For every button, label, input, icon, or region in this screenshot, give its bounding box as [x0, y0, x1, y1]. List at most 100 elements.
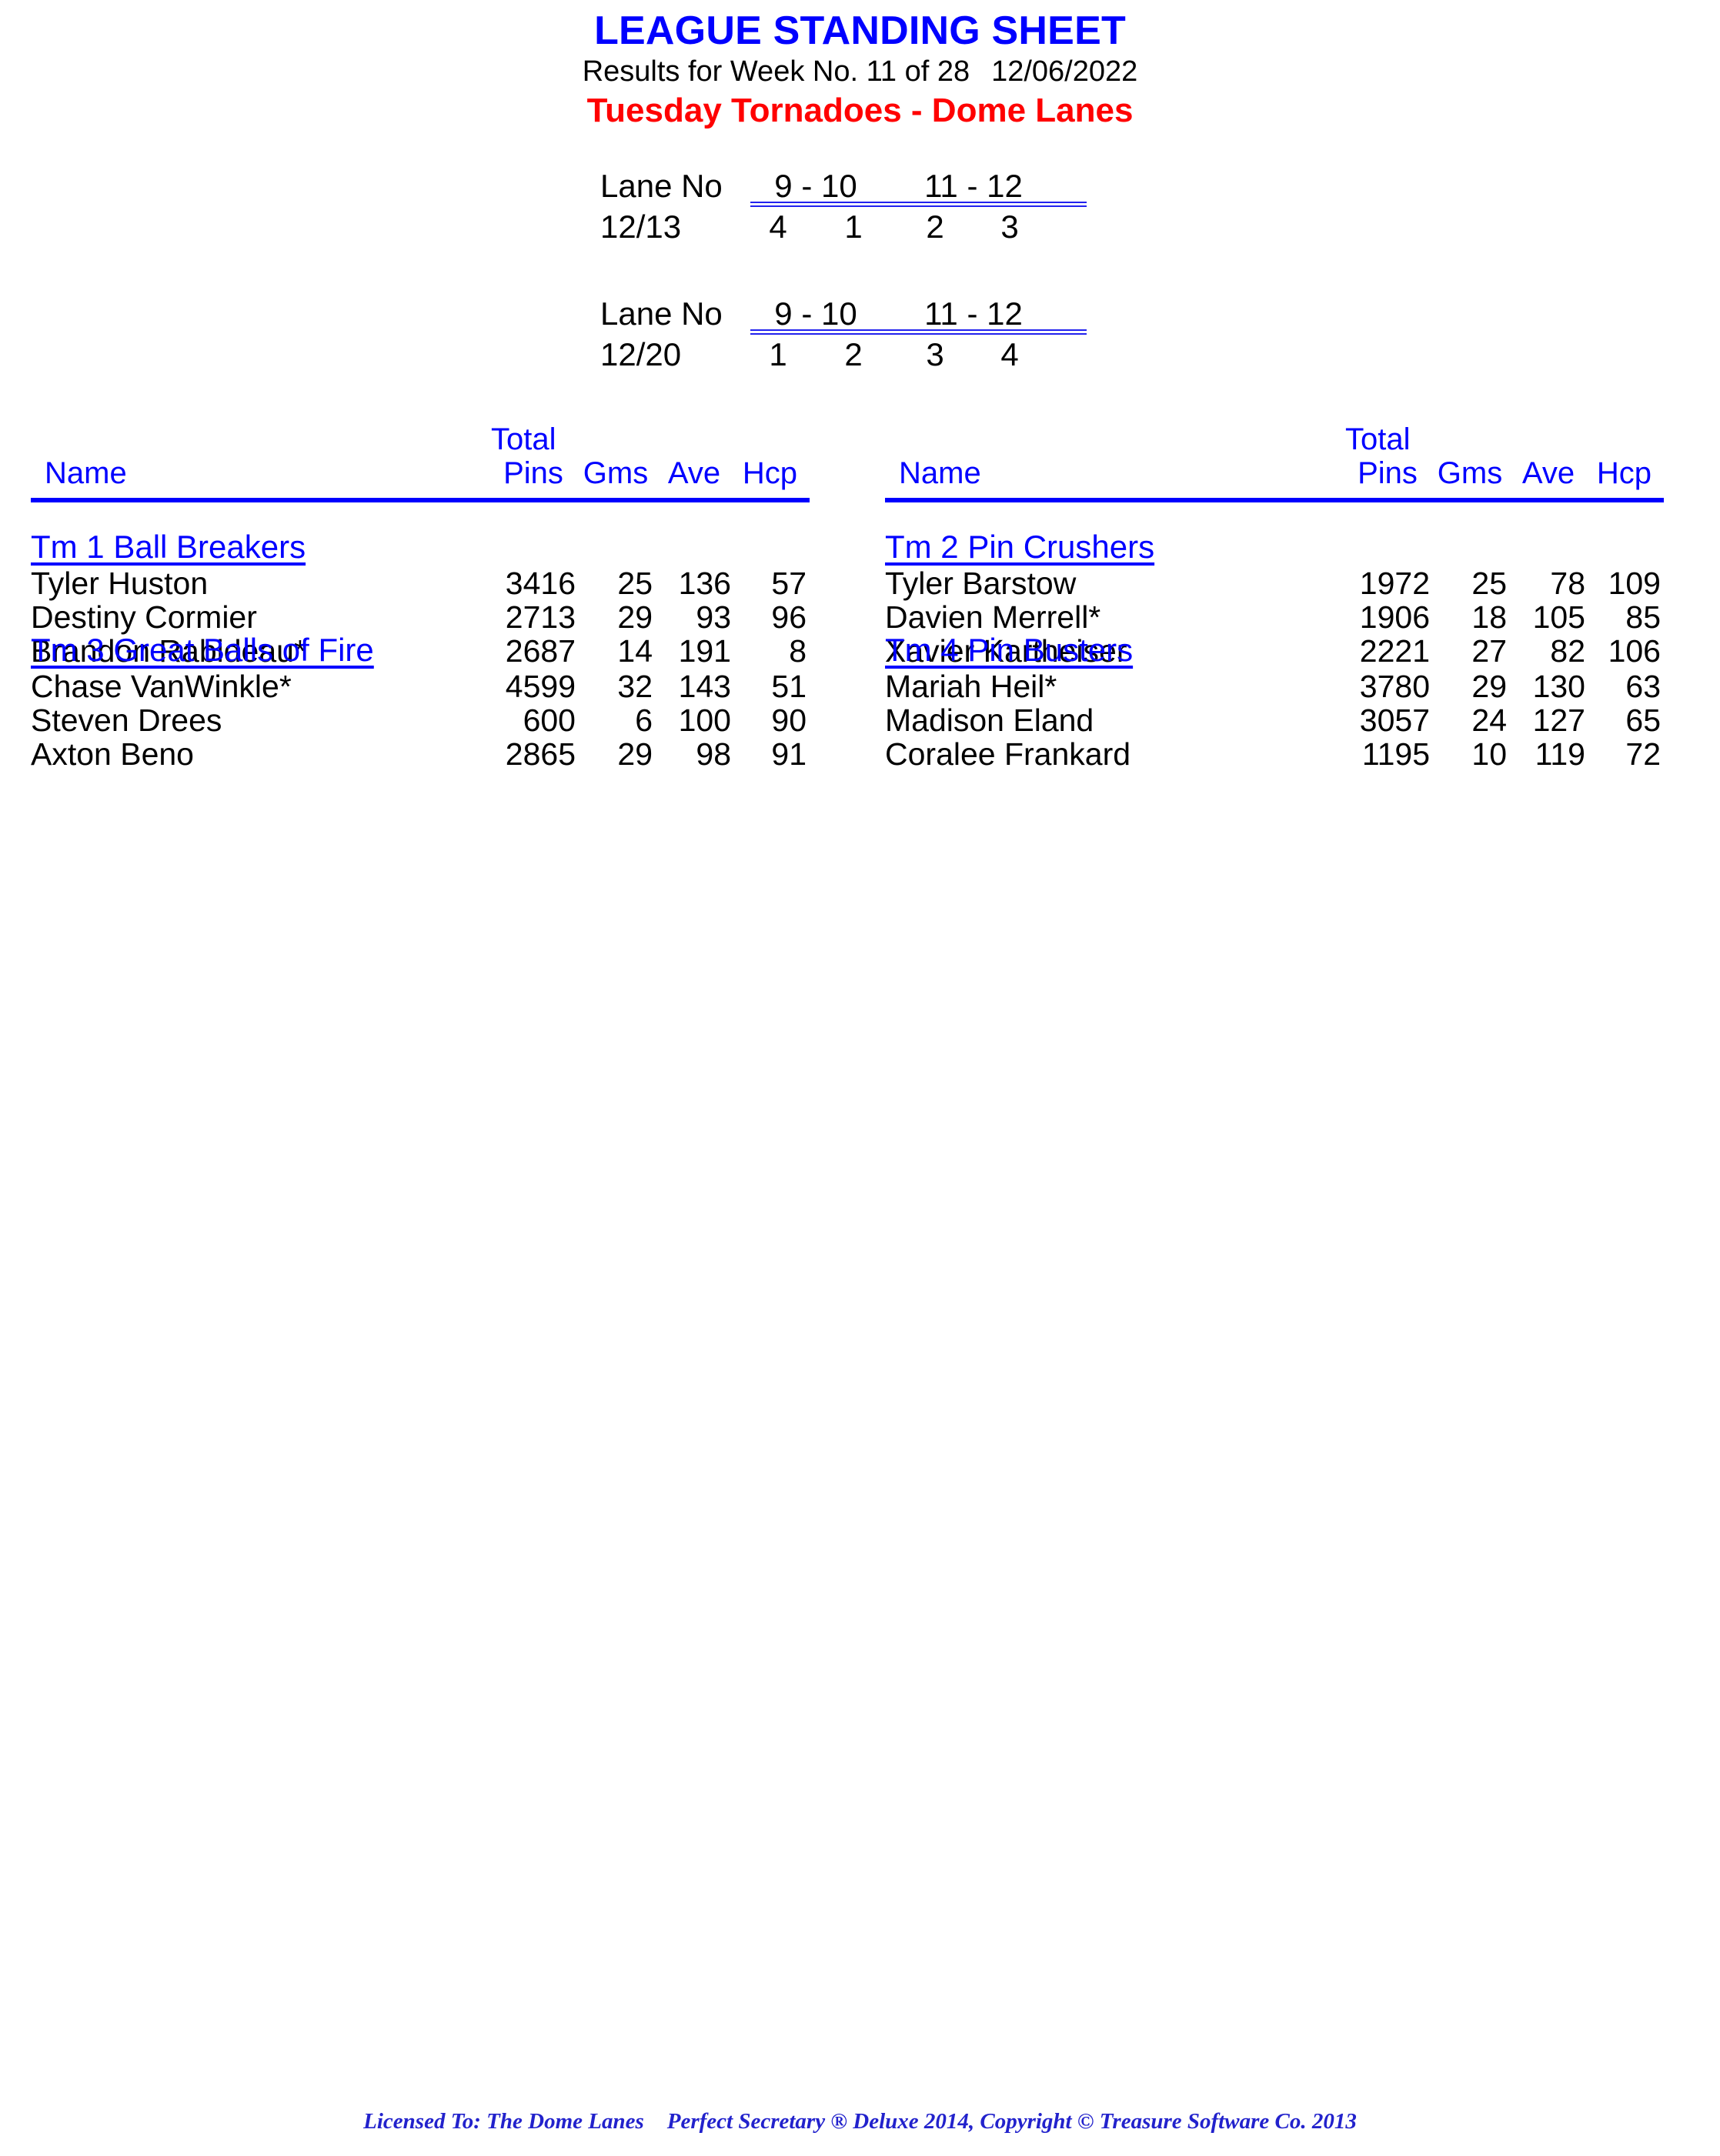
player-ave: 143	[678, 669, 731, 704]
lane-pair-9-10-block-1: 9 - 10	[774, 168, 857, 204]
player-ave: 98	[696, 736, 731, 772]
header-ave-right: Ave	[1521, 456, 1575, 490]
table-row: Madison Eland 3057 24 127 65	[885, 703, 1708, 737]
player-hcp: 90	[771, 703, 807, 738]
header-rule-left	[31, 498, 810, 502]
footer: Licensed To: The Dome Lanes Perfect Secre…	[0, 2108, 1720, 2134]
player-ave: 119	[1535, 736, 1585, 772]
player-name: Tyler Barstow	[885, 566, 1077, 601]
table-row: Tyler Huston 3416 25 136 57	[31, 566, 854, 600]
lane-team-slot-1-3: 2	[926, 209, 944, 245]
player-ave: 127	[1532, 703, 1585, 738]
lane-team-slot-1-2: 1	[844, 209, 863, 245]
player-pins: 2713	[505, 599, 576, 635]
header-name-right: Name	[899, 456, 981, 490]
player-stats: 4599 32 143 51	[462, 669, 807, 703]
lane-schedule-header-row-1: Lane No 9 - 10 11 - 12	[600, 168, 1124, 205]
header-gms-left: Gms	[583, 456, 649, 490]
lane-schedule-data-row-2: 12/20 1 2 3 4	[600, 336, 1124, 373]
header-hcp-right: Hcp	[1596, 456, 1652, 490]
player-pins: 3416	[505, 566, 576, 601]
results-week-text: Results for Week No. 11 of 28	[582, 55, 970, 88]
header-rule-right	[885, 498, 1664, 502]
header-gms-right: Gms	[1437, 456, 1503, 490]
player-pins: 3780	[1359, 669, 1430, 704]
lane-team-slot-2-2: 2	[844, 336, 863, 372]
player-hcp: 91	[771, 736, 807, 772]
player-name: Steven Drees	[31, 703, 222, 738]
team-name-link-3[interactable]: Tm 3 Great Balls of Fire	[31, 631, 854, 669]
player-stats: 3057 24 127 65	[1316, 703, 1661, 737]
player-ave: 93	[696, 599, 731, 635]
lane-team-slot-1-4: 3	[1000, 209, 1019, 245]
team-group-3: Tm 3 Great Balls of Fire Chase VanWinkle…	[31, 631, 854, 771]
header-stat-cells-right: Pins Gms Ave Hcp	[1345, 456, 1662, 491]
player-pins: 4599	[505, 669, 576, 704]
table-row: Mariah Heil* 3780 29 130 63	[885, 669, 1708, 703]
player-hcp: 85	[1625, 599, 1661, 635]
header-hcp-left: Hcp	[742, 456, 798, 490]
player-stats: 3780 29 130 63	[1316, 669, 1661, 703]
player-gms: 29	[617, 599, 653, 635]
lane-team-slot-2-4: 4	[1000, 336, 1019, 372]
team-name-link-2[interactable]: Tm 2 Pin Crushers	[885, 528, 1708, 566]
results-week-line: Results for Week No. 11 of 28 12/06/2022	[0, 57, 1720, 86]
lane-pair-11-12-block-2: 11 - 12	[924, 295, 1023, 332]
player-gms: 18	[1471, 599, 1507, 635]
player-gms: 24	[1471, 703, 1507, 738]
team-name-link-1[interactable]: Tm 1 Ball Breakers	[31, 528, 854, 566]
table-row: Destiny Cormier 2713 29 93 96	[31, 600, 854, 634]
player-name: Mariah Heil*	[885, 669, 1057, 704]
player-stats: 2713 29 93 96	[462, 600, 807, 634]
player-name: Axton Beno	[31, 736, 194, 772]
lane-schedule-rule-2	[750, 329, 1087, 335]
player-gms: 25	[1471, 566, 1507, 601]
table-row: Tyler Barstow 1972 25 78 109	[885, 566, 1708, 600]
lane-schedule-header-row-2: Lane No 9 - 10 11 - 12	[600, 295, 1124, 332]
player-gms: 6	[635, 703, 653, 738]
standings-header-right: Total Name Pins Gms Ave Hcp	[885, 422, 1708, 505]
lane-schedule-block-2: Lane No 9 - 10 11 - 12 12/20 1 2 3 4	[600, 295, 1124, 380]
lane-team-slot-2-1: 1	[769, 336, 787, 372]
team-name-link-4[interactable]: Tm 4 Pin Busters	[885, 631, 1708, 669]
lane-schedule-data-row-1: 12/13 4 1 2 3	[600, 209, 1124, 245]
lane-pair-11-12-block-1: 11 - 12	[924, 168, 1023, 204]
header-stat-cells-left: Pins Gms Ave Hcp	[491, 456, 807, 491]
player-name: Tyler Huston	[31, 566, 209, 601]
lane-schedule-date-1: 12/13	[600, 209, 682, 245]
player-pins: 1972	[1359, 566, 1430, 601]
page-title: LEAGUE STANDING SHEET	[594, 8, 1126, 53]
standings-column-right: Total Name Pins Gms Ave Hcp Tm 2 Pin Crushe…	[885, 422, 1708, 1268]
player-stats: 1906 18 105 85	[1316, 600, 1661, 634]
player-ave: 100	[678, 703, 731, 738]
player-pins: 2865	[505, 736, 576, 772]
player-hcp: 57	[771, 566, 807, 601]
player-ave: 136	[678, 566, 731, 601]
table-row: Axton Beno 2865 29 98 91	[31, 737, 854, 771]
lane-team-slot-1-1: 4	[769, 209, 787, 245]
table-row: Coralee Frankard 1195 10 119 72	[885, 737, 1708, 771]
player-hcp: 96	[771, 599, 807, 635]
header-pins-right: Pins	[1358, 456, 1418, 490]
player-gms: 10	[1471, 736, 1507, 772]
player-name: Chase VanWinkle*	[31, 669, 292, 704]
league-name: Tuesday Tornadoes - Dome Lanes	[586, 92, 1134, 129]
player-hcp: 109	[1608, 566, 1661, 601]
lane-schedule-date-2: 12/20	[600, 336, 682, 372]
player-name: Madison Eland	[885, 703, 1094, 738]
player-pins: 1906	[1359, 599, 1430, 635]
team-group-4: Tm 4 Pin Busters Mariah Heil* 3780 29 130 6…	[885, 631, 1708, 771]
results-date: 12/06/2022	[991, 55, 1138, 88]
player-stats: 1195 10 119 72	[1316, 737, 1661, 771]
lane-pair-9-10-block-2: 9 - 10	[774, 295, 857, 332]
table-row: Davien Merrell* 1906 18 105 85	[885, 600, 1708, 634]
footer-licensed-to: Licensed To: The Dome Lanes	[363, 2109, 644, 2134]
header-ave-left: Ave	[667, 456, 721, 490]
player-stats: 600 6 100 90	[462, 703, 807, 737]
player-ave: 130	[1532, 669, 1585, 704]
footer-software-copyright: Perfect Secretary ® Deluxe 2014, Copyrig…	[666, 2109, 1357, 2134]
header-total-right: Total	[1345, 422, 1411, 456]
lane-schedule-rule-1	[750, 202, 1087, 207]
player-hcp: 63	[1625, 669, 1661, 704]
player-ave: 78	[1550, 566, 1585, 601]
